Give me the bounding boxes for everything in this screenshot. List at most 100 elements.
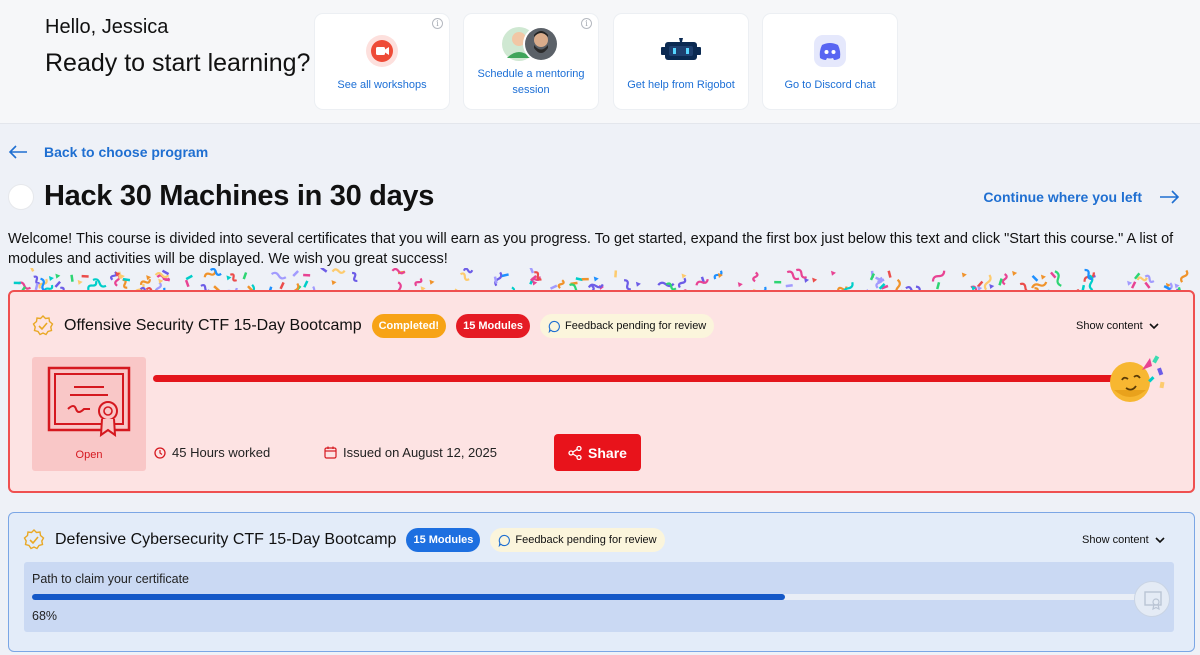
confetti-piece <box>70 274 74 282</box>
confetti-piece <box>1127 280 1133 286</box>
confetti-piece <box>624 279 631 291</box>
confetti-piece <box>635 281 641 287</box>
confetti-piece <box>557 279 565 289</box>
greeting-text: Hello, Jessica <box>45 16 169 38</box>
confetti-piece <box>529 268 535 274</box>
party-emoji-icon <box>1110 355 1165 402</box>
mentoring-card[interactable]: i Schedule a mentoring session <box>464 14 598 109</box>
discord-icon <box>814 35 846 67</box>
share-icon <box>568 445 582 460</box>
confetti-piece <box>303 273 311 277</box>
certificate-open-button[interactable]: Open <box>32 357 146 471</box>
confetti-piece <box>48 275 54 281</box>
locked-certificate-icon <box>1134 581 1170 617</box>
show-content-toggle[interactable]: Show content <box>1076 320 1159 332</box>
modules-badge: 15 Modules <box>406 528 481 552</box>
confetti-piece <box>429 279 435 285</box>
confetti-piece <box>1144 281 1151 289</box>
confetti-piece <box>752 271 759 283</box>
confetti-piece <box>737 282 743 288</box>
info-icon[interactable]: i <box>581 18 592 29</box>
arrow-right-icon <box>1160 190 1180 204</box>
confetti-piece <box>77 279 83 285</box>
confetti-piece <box>1040 274 1046 280</box>
certificate-card-offensive: Offensive Security CTF 15-Day Bootcamp C… <box>8 290 1195 493</box>
feedback-badge-label: Feedback pending for review <box>515 534 657 546</box>
confetti-piece <box>303 280 309 288</box>
back-link-label: Back to choose program <box>44 144 209 160</box>
confetti-piece <box>185 274 193 281</box>
video-icon <box>366 35 398 67</box>
continue-where-you-left-link[interactable]: Continue where you left <box>983 189 1180 205</box>
confetti-piece <box>812 277 818 283</box>
info-icon[interactable]: i <box>432 18 443 29</box>
feedback-badge: Feedback pending for review <box>540 314 715 338</box>
welcome-text: Welcome! This course is divided into sev… <box>8 231 1174 267</box>
confetti-piece <box>331 280 337 286</box>
certificate-open-label: Open <box>75 449 103 461</box>
greeting-subtitle: Ready to start learning? <box>45 49 311 77</box>
arrow-left-icon <box>8 145 27 159</box>
confetti-piece <box>292 270 300 277</box>
greeting-block: Hello, Jessica Ready to start learning? <box>45 16 310 78</box>
confetti-piece <box>184 279 190 288</box>
mentoring-label: Schedule a mentoring session <box>477 68 585 96</box>
confetti-piece <box>331 268 346 274</box>
completed-badge: Completed! <box>371 314 447 338</box>
confetti-piece <box>270 271 287 280</box>
certificate-header: Offensive Security CTF 15-Day Bootcamp C… <box>32 314 724 338</box>
confetti-piece <box>936 282 941 290</box>
certificate-header: Defensive Cybersecurity CTF 15-Day Bootc… <box>23 528 675 552</box>
confetti-piece <box>532 280 538 286</box>
certificate-title: Offensive Security CTF 15-Day Bootcamp <box>64 317 362 334</box>
issued-date-label: Issued on August 12, 2025 <box>343 445 497 460</box>
confetti-piece <box>1012 270 1018 276</box>
badge-check-icon <box>23 529 45 550</box>
confetti-piece <box>830 270 836 276</box>
show-content-toggle[interactable]: Show content <box>1082 534 1165 546</box>
calendar-icon <box>324 446 337 459</box>
program-logo <box>8 183 34 210</box>
clock-icon <box>154 446 166 459</box>
confetti-piece <box>279 281 285 290</box>
confetti-piece <box>226 275 232 281</box>
rigobot-card[interactable]: Get help from Rigobot <box>614 14 748 109</box>
chat-bubble-icon <box>548 320 560 333</box>
chevron-down-icon <box>1155 536 1165 543</box>
badge-check-icon <box>32 315 54 336</box>
confetti-piece <box>931 270 946 282</box>
program-title: Hack 30 Machines in 30 days <box>44 180 435 212</box>
show-content-label: Show content <box>1082 534 1149 546</box>
discord-card[interactable]: Go to Discord chat <box>763 14 897 109</box>
top-header: Hello, Jessica Ready to start learning? … <box>0 0 1200 124</box>
workshops-label: See all workshops <box>337 79 427 91</box>
confetti-piece <box>161 269 170 276</box>
chat-bubble-icon <box>498 534 511 547</box>
certificate-card-defensive: Defensive Cybersecurity CTF 15-Day Bootc… <box>8 512 1195 652</box>
certificate-title: Defensive Cybersecurity CTF 15-Day Bootc… <box>55 531 397 548</box>
confetti-piece <box>320 268 328 273</box>
issued-date: Issued on August 12, 2025 <box>324 445 497 460</box>
confetti-piece <box>1130 281 1137 289</box>
confetti-piece <box>13 281 21 285</box>
back-to-programs-link[interactable]: Back to choose program <box>8 142 208 162</box>
certificate-progress-bar <box>153 375 1133 382</box>
confetti-piece <box>549 284 558 290</box>
confetti-piece <box>1180 269 1189 283</box>
confetti-piece <box>29 268 35 272</box>
confetti-piece <box>460 272 470 281</box>
confetti-piece <box>501 273 509 278</box>
confetti-piece <box>1054 270 1062 287</box>
feedback-badge-label: Feedback pending for review <box>565 320 707 332</box>
workshops-card[interactable]: i See all workshops <box>315 14 449 109</box>
share-button[interactable]: Share <box>554 434 641 471</box>
progress-fill <box>32 594 786 600</box>
confetti-piece <box>989 284 995 290</box>
discord-label: Go to Discord chat <box>784 79 876 91</box>
confetti-piece <box>1031 281 1048 289</box>
confetti-piece <box>1031 274 1039 282</box>
progress-percent: 68% <box>32 609 58 623</box>
confetti-piece <box>614 270 618 278</box>
certificate-icon <box>47 366 131 437</box>
modules-badge: 15 Modules <box>456 314 530 338</box>
